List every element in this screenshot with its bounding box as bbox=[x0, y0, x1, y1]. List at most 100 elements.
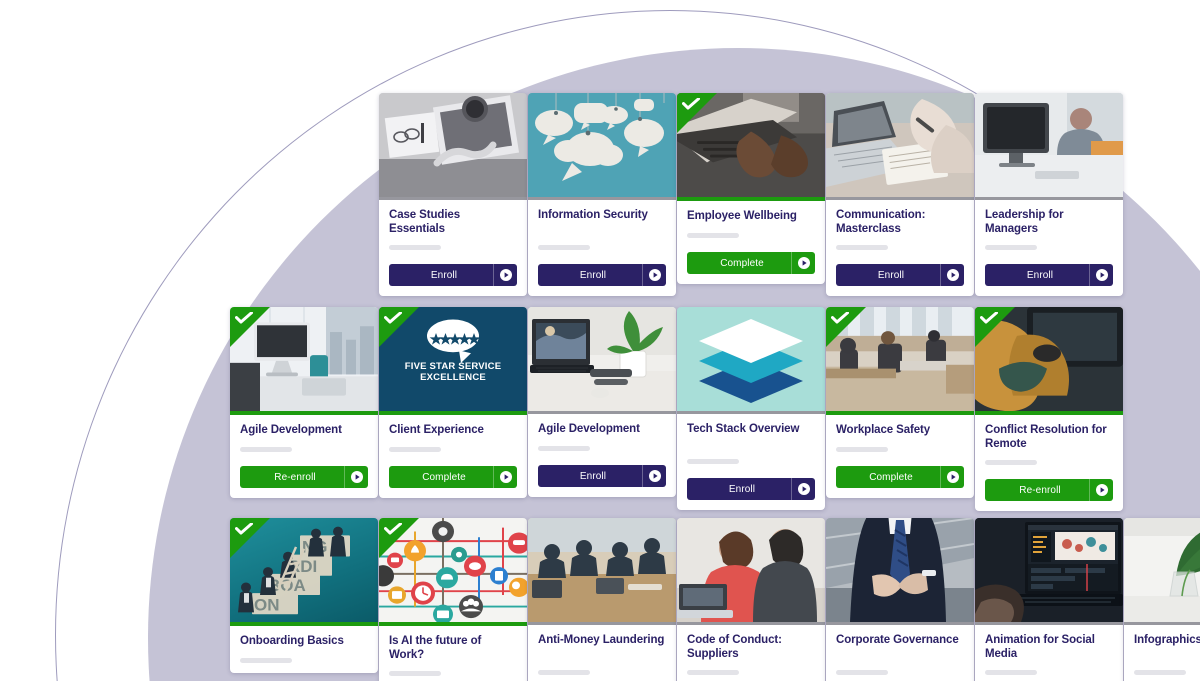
course-thumbnail bbox=[826, 307, 974, 415]
course-title: Case Studies Essentials bbox=[389, 209, 461, 235]
play-circle-icon[interactable] bbox=[493, 264, 517, 286]
course-thumbnail bbox=[677, 518, 825, 625]
play-circle-icon[interactable] bbox=[791, 252, 815, 274]
course-card[interactable]: Anti-Money Laundering bbox=[528, 518, 676, 681]
course-title: Animation for Social Media bbox=[985, 634, 1095, 660]
course-card-body: Case Studies Essentials Enroll bbox=[379, 200, 527, 296]
meta-placeholder-bar bbox=[389, 671, 441, 676]
course-action-button[interactable]: Enroll bbox=[836, 264, 964, 286]
course-title: Leadership for Managers bbox=[985, 209, 1064, 235]
course-card[interactable]: Agile Development Enroll bbox=[528, 307, 676, 497]
play-circle-icon[interactable] bbox=[1089, 264, 1113, 286]
course-action-label: Enroll bbox=[1026, 269, 1054, 281]
course-action-button[interactable]: Re-enroll bbox=[240, 466, 368, 488]
play-circle-icon[interactable] bbox=[642, 465, 666, 487]
course-thumbnail bbox=[528, 307, 676, 414]
meta-placeholder-bar bbox=[389, 245, 441, 250]
course-thumbnail bbox=[826, 93, 974, 200]
course-card[interactable]: FIVE STAR SERVICE EXCELLENCE Client Expe… bbox=[379, 307, 527, 498]
course-card-body: Onboarding Basics bbox=[230, 626, 378, 673]
course-card-grid: Case Studies Essentials Enroll Informati… bbox=[0, 0, 1200, 681]
meta-placeholder-bar bbox=[985, 460, 1037, 465]
course-card[interactable]: Infographics Bootcamp bbox=[1124, 518, 1200, 681]
meta-placeholder-bar bbox=[836, 447, 888, 452]
course-card[interactable]: ONBOA RDING bbox=[230, 518, 378, 673]
meta-placeholder-bar bbox=[240, 447, 292, 452]
course-card-body: Conflict Resolution for Remote Re-enroll bbox=[975, 415, 1123, 511]
course-action-button[interactable]: Complete bbox=[687, 252, 815, 274]
course-card-body: Information Security Enroll bbox=[528, 200, 676, 296]
course-card[interactable]: Employee Wellbeing Complete bbox=[677, 93, 825, 284]
course-card[interactable]: Information Security Enroll bbox=[528, 93, 676, 296]
play-circle-icon[interactable] bbox=[940, 264, 964, 286]
play-circle-icon[interactable] bbox=[493, 466, 517, 488]
play-circle-icon[interactable] bbox=[642, 264, 666, 286]
course-thumbnail bbox=[1124, 518, 1200, 625]
course-thumbnail bbox=[528, 518, 676, 625]
course-title: Onboarding Basics bbox=[240, 635, 344, 647]
course-action-button[interactable]: Enroll bbox=[538, 465, 666, 487]
course-thumbnail bbox=[975, 518, 1123, 625]
meta-placeholder-bar bbox=[240, 658, 292, 663]
course-title: Agile Development bbox=[538, 423, 640, 435]
meta-placeholder-bar bbox=[836, 670, 888, 675]
course-card[interactable]: Is AI the future of Work? bbox=[379, 518, 527, 681]
course-card[interactable]: Code of Conduct: Suppliers bbox=[677, 518, 825, 681]
course-card-body: Corporate Governance bbox=[826, 625, 974, 681]
course-title: Workplace Safety bbox=[836, 424, 931, 436]
course-title: Communication: Masterclass bbox=[836, 209, 926, 235]
course-title: Corporate Governance bbox=[836, 634, 959, 646]
course-action-button[interactable]: Enroll bbox=[389, 264, 517, 286]
course-action-button[interactable]: Complete bbox=[836, 466, 964, 488]
course-card[interactable]: Animation for Social Media bbox=[975, 518, 1123, 681]
course-thumbnail bbox=[379, 518, 527, 626]
course-action-button[interactable]: Re-enroll bbox=[985, 479, 1113, 501]
fivestar-line2: EXCELLENCE bbox=[420, 372, 486, 383]
course-thumbnail bbox=[677, 307, 825, 414]
course-action-label: Complete bbox=[720, 257, 764, 269]
course-action-label: Complete bbox=[869, 471, 913, 483]
course-card-body: Agile Development Enroll bbox=[528, 414, 676, 497]
course-action-label: Enroll bbox=[877, 269, 905, 281]
course-action-button[interactable]: Enroll bbox=[985, 264, 1113, 286]
course-action-label: Enroll bbox=[430, 269, 458, 281]
course-thumbnail bbox=[230, 307, 378, 415]
course-title: Employee Wellbeing bbox=[687, 210, 797, 222]
course-card[interactable]: Leadership for Managers Enroll bbox=[975, 93, 1123, 296]
course-card-body: Code of Conduct: Suppliers bbox=[677, 625, 825, 681]
course-thumbnail: ONBOA RDING bbox=[230, 518, 378, 626]
check-icon bbox=[235, 311, 253, 324]
course-card[interactable]: Communication: Masterclass Enroll bbox=[826, 93, 974, 296]
meta-placeholder-bar bbox=[687, 459, 739, 464]
course-card[interactable]: Corporate Governance bbox=[826, 518, 974, 681]
check-icon bbox=[831, 311, 849, 324]
play-circle-icon[interactable] bbox=[791, 478, 815, 500]
course-action-button[interactable]: Enroll bbox=[538, 264, 666, 286]
course-title: Client Experience bbox=[389, 424, 484, 436]
meta-placeholder-bar bbox=[1134, 670, 1186, 675]
play-circle-icon[interactable] bbox=[940, 466, 964, 488]
course-title: Infographics Bootcamp bbox=[1134, 634, 1200, 646]
meta-placeholder-bar bbox=[836, 245, 888, 250]
course-card-body: Communication: Masterclass Enroll bbox=[826, 200, 974, 296]
check-icon bbox=[682, 97, 700, 110]
check-icon bbox=[980, 311, 998, 324]
meta-placeholder-bar bbox=[985, 245, 1037, 250]
course-card[interactable]: Tech Stack Overview Enroll bbox=[677, 307, 825, 510]
course-card-body: Workplace Safety Complete bbox=[826, 415, 974, 498]
course-card[interactable]: Agile Development Re-enroll bbox=[230, 307, 378, 498]
course-card[interactable]: Conflict Resolution for Remote Re-enroll bbox=[975, 307, 1123, 511]
course-card[interactable]: Case Studies Essentials Enroll bbox=[379, 93, 527, 296]
play-circle-icon[interactable] bbox=[344, 466, 368, 488]
thumb-caption: FIVE STAR SERVICE EXCELLENCE bbox=[379, 361, 527, 383]
course-card[interactable]: Workplace Safety Complete bbox=[826, 307, 974, 498]
course-thumbnail: FIVE STAR SERVICE EXCELLENCE bbox=[379, 307, 527, 415]
course-card-body: Leadership for Managers Enroll bbox=[975, 200, 1123, 296]
course-action-button[interactable]: Complete bbox=[389, 466, 517, 488]
course-action-label: Re-enroll bbox=[1019, 484, 1061, 496]
course-catalogue-screen: Case Studies Essentials Enroll Informati… bbox=[0, 0, 1200, 681]
course-title: Tech Stack Overview bbox=[687, 423, 800, 435]
course-action-button[interactable]: Enroll bbox=[687, 478, 815, 500]
course-action-label: Enroll bbox=[579, 470, 607, 482]
play-circle-icon[interactable] bbox=[1089, 479, 1113, 501]
